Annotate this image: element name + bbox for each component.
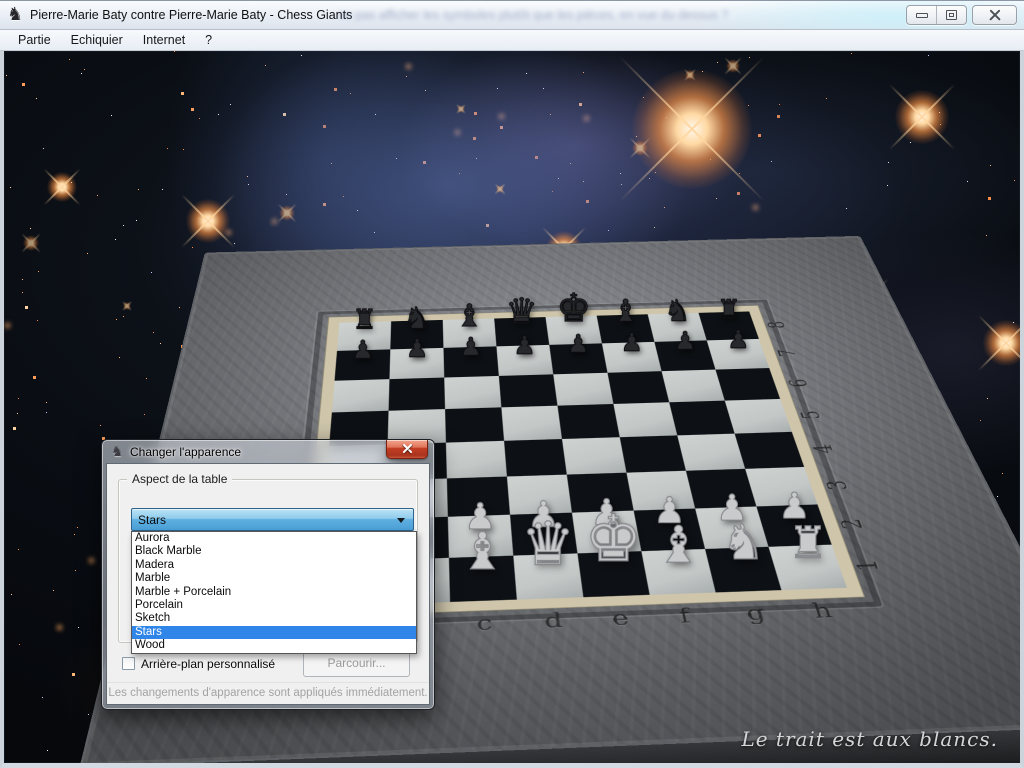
square-c6[interactable] bbox=[444, 376, 501, 409]
square-b6[interactable] bbox=[389, 378, 445, 411]
app-icon: ♞ bbox=[7, 5, 23, 25]
combobox-value: Stars bbox=[138, 513, 166, 527]
square-d7[interactable] bbox=[496, 345, 553, 376]
minimize-button[interactable] bbox=[907, 6, 936, 24]
piece-white-bishop-c1[interactable]: ♝ bbox=[450, 521, 516, 581]
rank-label-6: 6 bbox=[784, 379, 813, 388]
piece-white-rook-h1[interactable]: ♜ bbox=[775, 517, 840, 570]
window-controls bbox=[906, 5, 1017, 25]
minmax-group bbox=[906, 5, 967, 25]
close-icon bbox=[989, 9, 1001, 21]
groupbox-label: Aspect de la table bbox=[127, 472, 232, 486]
appearance-dropdown-list: AuroraBlack MarbleMaderaMarbleMarble + P… bbox=[131, 531, 417, 654]
dialog-knight-icon: ♞ bbox=[111, 444, 124, 460]
table-right-edge bbox=[853, 236, 1024, 768]
dialog-status-text: Les changements d'apparence sont appliqu… bbox=[107, 682, 429, 704]
square-g4[interactable] bbox=[677, 434, 745, 471]
menu-item-echiquier[interactable]: Echiquier bbox=[61, 31, 133, 49]
restore-icon bbox=[946, 10, 957, 20]
square-d8[interactable] bbox=[494, 317, 549, 346]
custom-background-label: Arrière-plan personnalisé bbox=[141, 657, 275, 671]
list-item-porcelain[interactable]: Porcelain bbox=[132, 599, 416, 612]
square-f8[interactable] bbox=[597, 314, 655, 343]
ghost-dialog-remnant-text: ne pas afficher les symboles plutôt que … bbox=[338, 8, 938, 22]
square-h6[interactable] bbox=[715, 368, 780, 401]
window-title: Pierre-Marie Baty contre Pierre-Marie Ba… bbox=[30, 8, 352, 22]
menu-item-partie[interactable]: Partie bbox=[8, 31, 61, 49]
list-item-stars[interactable]: Stars bbox=[132, 626, 416, 639]
turn-indicator-text: Le trait est aux blancs. bbox=[741, 727, 998, 751]
square-f5[interactable] bbox=[613, 402, 677, 437]
change-appearance-dialog: ♞ Changer l'apparence Aspect de la table… bbox=[101, 439, 435, 710]
square-e5[interactable] bbox=[557, 404, 619, 439]
piece-white-knight-g1[interactable]: ♞ bbox=[711, 515, 776, 572]
rank-label-3: 3 bbox=[821, 480, 854, 491]
square-h5[interactable] bbox=[725, 399, 792, 434]
piece-white-queen-d1[interactable]: ♛ bbox=[515, 510, 581, 579]
browse-button[interactable]: Parcourir... bbox=[303, 650, 410, 677]
square-g8[interactable] bbox=[648, 313, 707, 342]
square-b8[interactable] bbox=[390, 320, 443, 349]
minimize-icon bbox=[916, 13, 928, 18]
list-item-marble-porcelain[interactable]: Marble + Porcelain bbox=[132, 586, 416, 599]
rank-label-7: 7 bbox=[773, 349, 801, 357]
piece-white-bishop-f1[interactable]: ♝ bbox=[646, 515, 711, 575]
list-item-sketch[interactable]: Sketch bbox=[132, 612, 416, 625]
square-e7[interactable] bbox=[549, 343, 607, 374]
square-d6[interactable] bbox=[499, 374, 558, 407]
square-c7[interactable] bbox=[443, 346, 498, 377]
square-e4[interactable] bbox=[562, 437, 626, 474]
dialog-body: Aspect de la table Stars AuroraBlack Mar… bbox=[106, 463, 430, 705]
list-item-aurora[interactable]: Aurora bbox=[132, 532, 416, 545]
menu-item-internet[interactable]: Internet bbox=[133, 31, 195, 49]
list-item-black-marble[interactable]: Black Marble bbox=[132, 545, 416, 558]
close-button[interactable] bbox=[972, 5, 1017, 25]
chevron-down-icon bbox=[397, 518, 405, 523]
piece-white-king-e1[interactable]: ♚ bbox=[581, 503, 647, 576]
square-b7[interactable] bbox=[389, 348, 444, 379]
dialog-close-button[interactable] bbox=[386, 440, 428, 459]
square-f6[interactable] bbox=[608, 371, 670, 404]
title-bar: ♞ Pierre-Marie Baty contre Pierre-Marie … bbox=[0, 0, 1024, 30]
square-h8[interactable] bbox=[699, 311, 759, 340]
square-g6[interactable] bbox=[662, 370, 725, 403]
square-f7[interactable] bbox=[602, 342, 662, 373]
list-item-marble[interactable]: Marble bbox=[132, 572, 416, 585]
menu-bar: PartieEchiquierInternet? bbox=[0, 30, 1024, 51]
square-c5[interactable] bbox=[445, 407, 504, 442]
square-c8[interactable] bbox=[443, 319, 497, 348]
square-e6[interactable] bbox=[553, 373, 613, 406]
dialog-title: Changer l'apparence bbox=[130, 445, 241, 459]
square-h7[interactable] bbox=[707, 339, 769, 370]
square-g7[interactable] bbox=[654, 340, 715, 371]
maximize-button[interactable] bbox=[936, 6, 966, 24]
square-a7[interactable] bbox=[335, 349, 391, 380]
square-d4[interactable] bbox=[504, 439, 567, 477]
square-a8[interactable] bbox=[337, 321, 391, 351]
dialog-close-icon bbox=[402, 444, 413, 455]
rank-label-8: 8 bbox=[763, 321, 790, 329]
square-h4[interactable] bbox=[735, 432, 805, 469]
appearance-combobox[interactable]: Stars bbox=[131, 508, 414, 531]
square-g5[interactable] bbox=[669, 401, 734, 436]
square-d5[interactable] bbox=[501, 406, 562, 441]
list-item-wood[interactable]: Wood bbox=[132, 639, 416, 652]
menu-item-help[interactable]: ? bbox=[195, 31, 222, 49]
square-a6[interactable] bbox=[332, 379, 390, 412]
square-e8[interactable] bbox=[546, 316, 602, 345]
list-item-madera[interactable]: Madera bbox=[132, 559, 416, 572]
custom-background-checkbox[interactable] bbox=[122, 657, 135, 670]
